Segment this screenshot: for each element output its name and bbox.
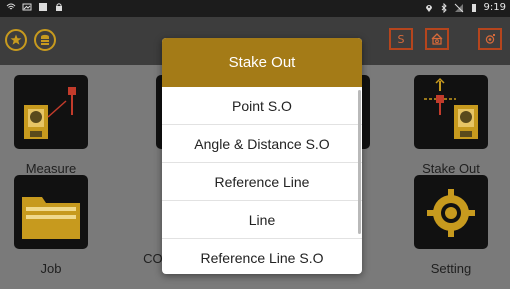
measure-label: Measure [25, 161, 77, 176]
database-icon [41, 34, 49, 45]
menu-title: Stake Out [162, 38, 362, 87]
lock-icon [56, 3, 62, 11]
menu-scrollbar[interactable] [358, 90, 361, 234]
setting-label: Setting [430, 261, 472, 276]
menu-item-point-so[interactable]: Point S.O [162, 87, 362, 125]
stakeout-label: Stake Out [422, 161, 480, 176]
app-screen: 9:19 S Measure Stake Out Job Setting Sta… [0, 0, 510, 289]
no-signal-icon [454, 3, 463, 13]
stakeout-menu: Stake Out Point S.O Angle & Distance S.O… [162, 38, 362, 274]
favorites-button[interactable] [5, 29, 27, 51]
wifi-icon [6, 3, 16, 10]
s-button-label: S [397, 32, 405, 46]
job-label: Job [40, 261, 62, 276]
menu-item-reference-line-so[interactable]: Reference Line S.O [162, 239, 362, 274]
menu-item-reference-line[interactable]: Reference Line [162, 163, 362, 201]
screen-button[interactable] [425, 28, 449, 50]
status-bar: 9:19 [0, 0, 510, 17]
square-icon [39, 3, 47, 11]
camera-icon [485, 34, 495, 44]
setting-tile[interactable] [414, 175, 488, 249]
status-time: 9:19 [483, 2, 506, 13]
image-icon [22, 3, 32, 11]
database-button[interactable] [34, 29, 56, 51]
gear-icon [427, 189, 475, 237]
menu-item-angle-distance-so[interactable]: Angle & Distance S.O [162, 125, 362, 163]
total-station-icon [24, 87, 76, 139]
status-right: 9:19 [424, 2, 506, 14]
screen-icon [431, 33, 443, 45]
measure-tile[interactable] [14, 75, 88, 149]
menu-item-line[interactable]: Line [162, 201, 362, 239]
s-button[interactable]: S [389, 28, 413, 50]
stakeout-tile[interactable] [414, 75, 488, 149]
job-tile[interactable] [14, 175, 88, 249]
camera-button[interactable] [478, 28, 502, 50]
stakeout-station-icon [424, 77, 478, 139]
bluetooth-icon [441, 3, 447, 13]
location-icon [425, 5, 432, 12]
status-left [6, 2, 64, 12]
star-icon [10, 34, 22, 45]
folder-icon [22, 197, 80, 239]
battery-icon [471, 4, 476, 12]
